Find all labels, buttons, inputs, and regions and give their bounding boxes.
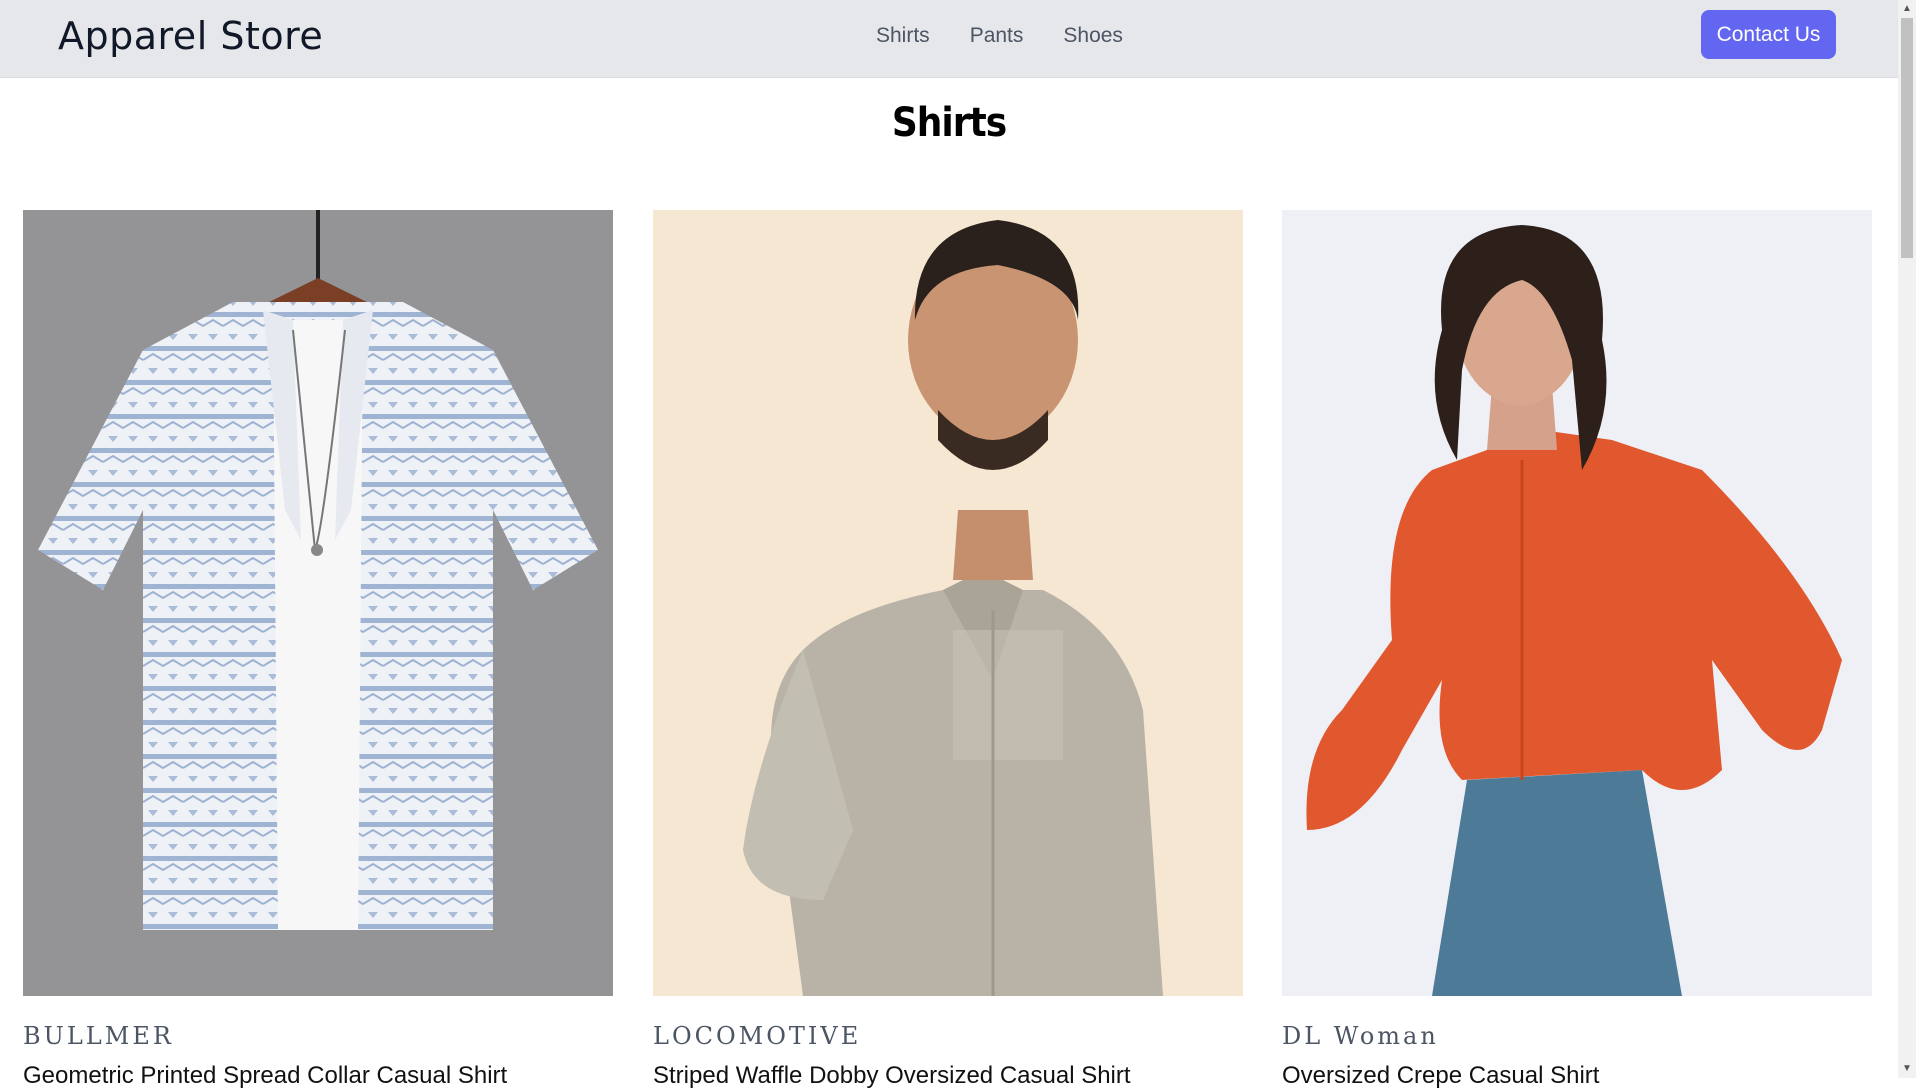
product-brand: LOCOMOTIVE <box>653 1022 862 1050</box>
product-card[interactable]: DL Woman Oversized Crepe Casual Shirt <box>1282 210 1872 1090</box>
product-card[interactable]: BULLMER Geometric Printed Spread Collar … <box>23 210 613 1090</box>
product-name[interactable]: Oversized Crepe Casual Shirt <box>1282 1062 1872 1090</box>
store-logo[interactable]: Apparel Store <box>58 14 323 58</box>
product-brand: BULLMER <box>23 1022 174 1050</box>
nav-menu: Shirts Pants Shoes <box>876 24 1123 48</box>
scroll-thumb[interactable] <box>1901 18 1913 258</box>
page-scrollbar[interactable]: ▲ ▼ <box>1898 0 1916 1078</box>
contact-us-button[interactable]: Contact Us <box>1701 10 1836 59</box>
nav-link-pants[interactable]: Pants <box>970 24 1024 48</box>
product-image-man-grey-shirt[interactable] <box>653 210 1243 996</box>
nav-link-shirts[interactable]: Shirts <box>876 24 930 48</box>
scroll-down-arrow-icon[interactable]: ▼ <box>1898 1060 1916 1078</box>
product-card[interactable]: LOCOMOTIVE Striped Waffle Dobby Oversize… <box>653 210 1243 1090</box>
page-title: Shirts <box>891 100 1007 146</box>
product-image-woman-orange-shirt[interactable] <box>1282 210 1872 996</box>
scroll-up-arrow-icon[interactable]: ▲ <box>1898 0 1916 18</box>
product-brand: DL Woman <box>1282 1022 1439 1050</box>
top-navbar: Apparel Store Shirts Pants Shoes Contact… <box>0 0 1898 78</box>
product-image-shirt-on-hanger[interactable] <box>23 210 613 996</box>
product-name[interactable]: Striped Waffle Dobby Oversized Casual Sh… <box>653 1062 1243 1090</box>
nav-link-shoes[interactable]: Shoes <box>1063 24 1123 48</box>
product-name[interactable]: Geometric Printed Spread Collar Casual S… <box>23 1062 613 1090</box>
